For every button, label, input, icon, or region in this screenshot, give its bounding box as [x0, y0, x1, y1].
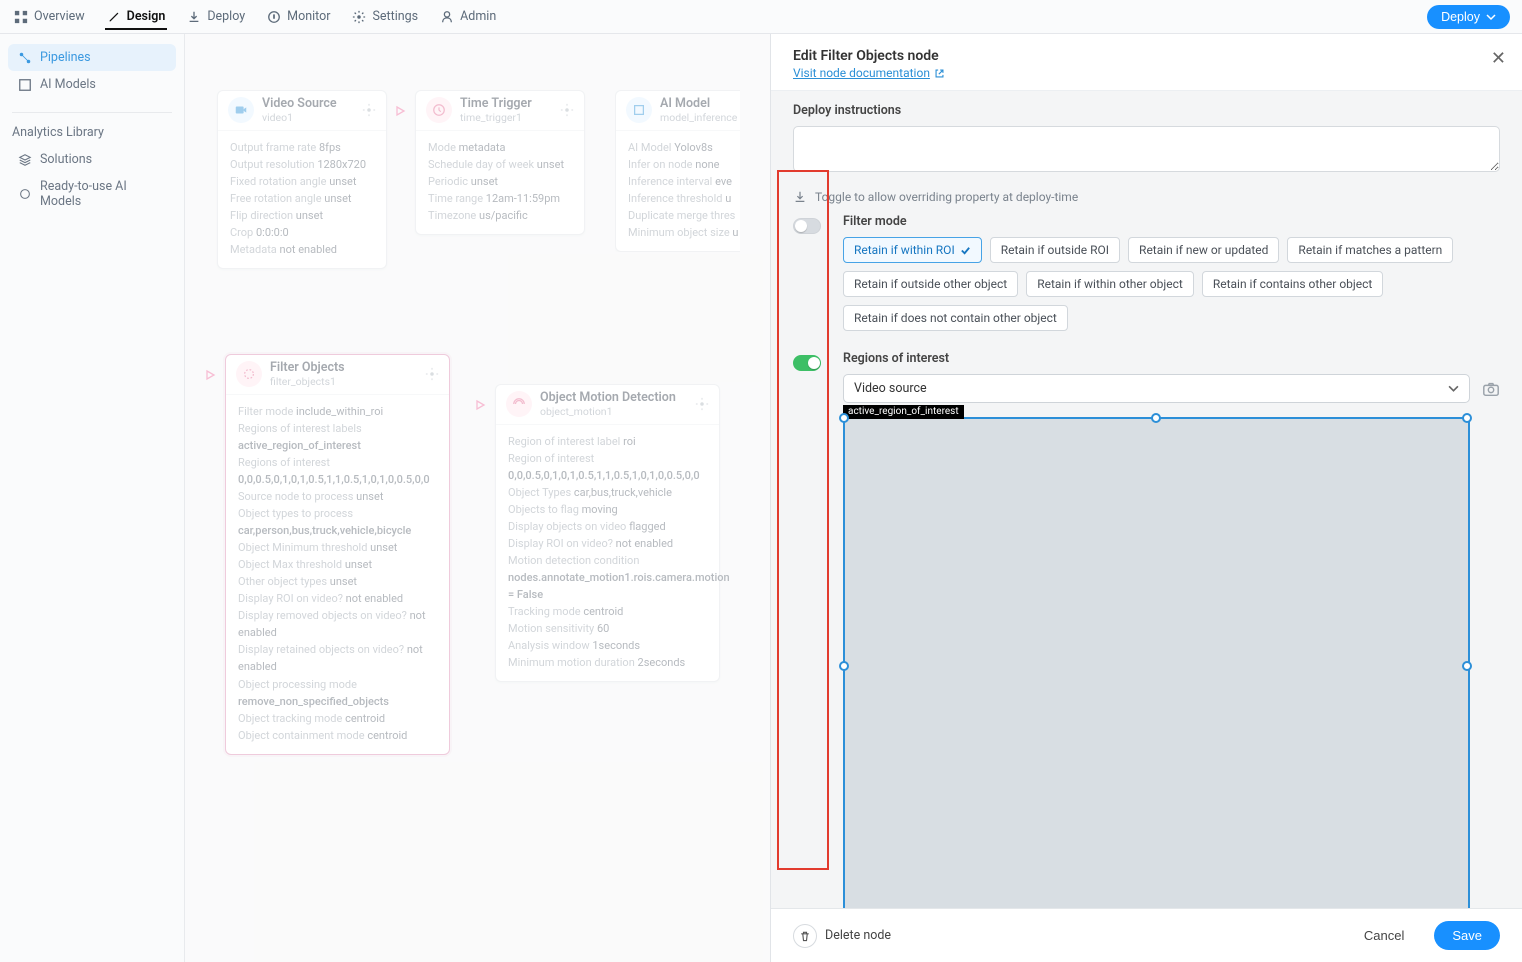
models-icon: [18, 78, 32, 92]
snapshot-button[interactable]: [1482, 374, 1500, 398]
doc-link[interactable]: Visit node documentation: [793, 66, 1500, 80]
close-button[interactable]: ✕: [1491, 48, 1506, 69]
tab-design[interactable]: Design: [105, 3, 168, 30]
chevron-down-icon: [1486, 12, 1496, 22]
tab-label: Admin: [460, 9, 496, 24]
tab-deploy[interactable]: Deploy: [185, 3, 247, 30]
tab-monitor[interactable]: Monitor: [265, 3, 332, 30]
edit-panel: Edit Filter Objects node Visit node docu…: [770, 34, 1522, 962]
grid-icon: [14, 10, 28, 24]
filter-mode-chip[interactable]: Retain if within other object: [1026, 271, 1194, 297]
tab-label: Settings: [372, 9, 418, 24]
tab-label: Deploy: [207, 9, 245, 24]
filter-mode-override-toggle[interactable]: [793, 218, 821, 234]
deploy-instructions-label: Deploy instructions: [793, 103, 1500, 118]
tab-label: Overview: [34, 9, 85, 24]
pipelines-icon: [18, 51, 32, 65]
top-tabs: Overview Design Deploy Monitor Settings …: [0, 0, 1522, 34]
filter-mode-chip[interactable]: Retain if contains other object: [1202, 271, 1384, 297]
deploy-icon: [793, 190, 807, 204]
save-button[interactable]: Save: [1434, 921, 1500, 950]
roi-handle[interactable]: [1462, 661, 1472, 671]
trash-icon: [793, 924, 817, 948]
chevron-down-icon: [1448, 383, 1459, 394]
sidebar-section-header: Analytics Library: [12, 112, 172, 140]
deploy-button[interactable]: Deploy: [1427, 5, 1510, 29]
panel-header: Edit Filter Objects node Visit node docu…: [771, 34, 1522, 90]
external-link-icon: [934, 68, 945, 79]
tab-label: Design: [127, 9, 166, 24]
roi-handle[interactable]: [839, 661, 849, 671]
monitor-icon: [267, 10, 281, 24]
sidebar: Pipelines AI Models Analytics Library So…: [0, 34, 185, 962]
toggle-hint: Toggle to allow overriding property at d…: [793, 190, 1500, 204]
roi-select-value: Video source: [854, 381, 927, 396]
camera-icon: [1482, 380, 1500, 398]
sidebar-item-aimodels[interactable]: AI Models: [8, 71, 176, 98]
tab-overview[interactable]: Overview: [12, 3, 87, 30]
sidebar-item-pipelines[interactable]: Pipelines: [8, 44, 176, 71]
sidebar-label: Pipelines: [40, 50, 91, 65]
sidebar-label: Solutions: [40, 152, 92, 167]
deploy-instructions-input[interactable]: [793, 126, 1500, 172]
design-icon: [107, 10, 121, 24]
tab-admin[interactable]: Admin: [438, 3, 498, 30]
filter-mode-chip[interactable]: Retain if outside ROI: [990, 237, 1120, 263]
panel-footer: Delete node Cancel Save: [771, 908, 1522, 962]
gear-icon: [352, 10, 366, 24]
panel-title: Edit Filter Objects node: [793, 48, 1500, 64]
deploy-icon: [187, 10, 201, 24]
roi-handle[interactable]: [1462, 413, 1472, 423]
roi-source-select[interactable]: Video source: [843, 374, 1470, 403]
filter-mode-label: Filter mode: [843, 214, 1500, 229]
tab-settings[interactable]: Settings: [350, 3, 420, 30]
delete-node-button[interactable]: Delete node: [793, 924, 891, 948]
filter-mode-chip[interactable]: Retain if does not contain other object: [843, 305, 1068, 331]
admin-icon: [440, 10, 454, 24]
roi-override-toggle[interactable]: [793, 355, 821, 371]
sidebar-item-solutions[interactable]: Solutions: [8, 146, 176, 173]
roi-label: Regions of interest: [843, 351, 1500, 366]
cancel-button[interactable]: Cancel: [1346, 921, 1422, 950]
roi-canvas[interactable]: active_region_of_interest: [843, 417, 1470, 908]
filter-mode-chip[interactable]: Retain if matches a pattern: [1287, 237, 1453, 263]
deploy-button-label: Deploy: [1441, 10, 1480, 24]
roi-handle[interactable]: [839, 413, 849, 423]
roi-handle[interactable]: [1151, 413, 1161, 423]
filter-mode-chip[interactable]: Retain if within ROI: [843, 237, 982, 263]
sidebar-item-ready-models[interactable]: Ready-to-use AI Models: [8, 173, 176, 215]
filter-mode-chip[interactable]: Retain if new or updated: [1128, 237, 1279, 263]
sidebar-label: AI Models: [40, 77, 96, 92]
roi-tag: active_region_of_interest: [843, 405, 964, 419]
tab-label: Monitor: [287, 9, 330, 24]
solutions-icon: [18, 153, 32, 167]
ready-models-icon: [18, 187, 32, 201]
filter-mode-chip[interactable]: Retain if outside other object: [843, 271, 1018, 297]
sidebar-label: Ready-to-use AI Models: [40, 179, 166, 209]
